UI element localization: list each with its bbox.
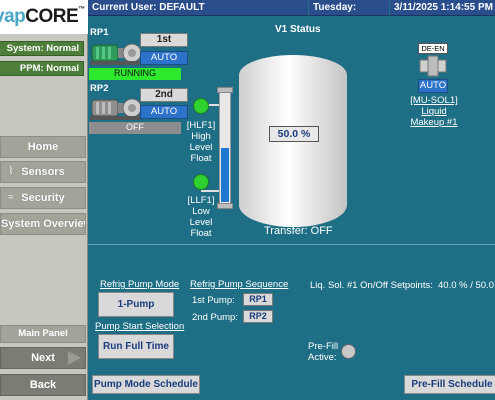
tank-level-value: 50.0 % xyxy=(269,126,319,142)
pump-mode-button[interactable]: 1-Pump xyxy=(98,292,174,317)
pump-rp2-mode[interactable]: AUTO xyxy=(140,105,188,119)
sidebar: vapCORE™ System: Normal PPM: Normal Home… xyxy=(0,0,88,400)
solenoid-badge: DE-EN xyxy=(418,43,448,54)
back-button[interactable]: Back xyxy=(0,374,86,396)
pump-mode-schedule-button[interactable]: Pump Mode Schedule xyxy=(92,375,200,394)
seq-2nd-label: 2nd Pump: xyxy=(192,312,238,323)
nav-home-button[interactable]: Home xyxy=(0,136,86,158)
nav-sensors-button[interactable]: ⌇ Sensors xyxy=(0,161,86,183)
nav-security-button[interactable]: ≈ Security xyxy=(0,187,86,209)
pump-rp2-motor-icon xyxy=(90,98,142,120)
divider xyxy=(88,244,495,245)
prefill-active-label: Pre-Fill Active: xyxy=(308,341,339,363)
security-icon: ≈ xyxy=(8,192,14,203)
pump-rp1-motor-icon xyxy=(90,43,142,65)
low-level-float-label: [LLF1] Low Level Float xyxy=(187,195,215,239)
sensor-icon: ⌇ xyxy=(8,166,14,177)
ppm-status-badge: PPM: Normal xyxy=(0,61,84,76)
pump-rp1-order[interactable]: 1st xyxy=(140,33,188,47)
next-button[interactable]: Next xyxy=(0,347,86,369)
nav-sensors-label: Sensors xyxy=(21,166,65,178)
next-label: Next xyxy=(31,352,55,364)
system-status-badge: System: Normal xyxy=(0,41,84,56)
tank-title: V1 Status xyxy=(275,24,321,35)
pump-rp1-state: RUNNING xyxy=(89,68,181,80)
solenoid-valve-icon xyxy=(419,55,447,77)
nav-system-overview-label: System Overview xyxy=(1,218,86,230)
setpoints-value[interactable]: 40.0 % / 50.0 % xyxy=(438,280,495,291)
solenoid-mode[interactable]: AUTO xyxy=(418,79,448,93)
pump-rp1-mode[interactable]: AUTO xyxy=(140,51,188,65)
app-logo: vapCORE™ xyxy=(0,0,88,34)
low-level-float-indicator xyxy=(193,174,209,190)
main-panel: V1 Status RP1 1st AUTO RUNNING RP2 2nd A… xyxy=(88,17,495,400)
pump-rp2-order[interactable]: 2nd xyxy=(140,88,188,102)
setpoints-label: Liq. Sol. #1 On/Off Setpoints: xyxy=(310,280,433,291)
pump-start-selection-title: Pump Start Selection xyxy=(95,321,185,332)
pump-rp1-label: RP1 xyxy=(90,27,109,38)
prefill-active-indicator xyxy=(341,344,356,359)
pump-rp2-state: OFF xyxy=(89,122,181,134)
pump-sequence-title: Refrig Pump Sequence xyxy=(190,279,289,290)
prefill-schedule-button[interactable]: Pre-Fill Schedule xyxy=(404,375,495,394)
pump-mode-title: Refrig Pump Mode xyxy=(100,279,180,290)
logo-tm: ™ xyxy=(78,6,85,13)
logo-core: CORE xyxy=(25,6,79,27)
nav-security-label: Security xyxy=(21,192,65,204)
high-level-float-label: [HLF1] High Level Float xyxy=(186,120,216,164)
pump-start-selection-button[interactable]: Run Full Time xyxy=(98,334,174,359)
logo-prefix: vap xyxy=(0,6,26,27)
day-label: Tuesday: xyxy=(309,0,389,16)
nav-home-label: Home xyxy=(27,141,59,153)
current-user: Current User: DEFAULT xyxy=(88,0,308,16)
high-level-float-indicator xyxy=(193,98,209,114)
seq-2nd-value[interactable]: RP2 xyxy=(243,310,273,323)
main-panel-button[interactable]: Main Panel xyxy=(0,325,86,343)
seq-1st-label: 1st Pump: xyxy=(192,295,235,306)
sight-glass-level xyxy=(221,148,229,202)
transfer-status: Transfer: OFF xyxy=(264,225,333,237)
next-arrow-icon xyxy=(68,351,81,365)
datetime: 3/11/2025 1:14:55 PM xyxy=(390,0,495,16)
solenoid-link[interactable]: [MU-SOL1] Liquid Makeup #1 xyxy=(406,95,462,128)
seq-1st-value[interactable]: RP1 xyxy=(243,293,273,306)
pump-rp2-label: RP2 xyxy=(90,83,109,94)
nav-system-overview-button[interactable]: System Overview xyxy=(0,213,86,235)
